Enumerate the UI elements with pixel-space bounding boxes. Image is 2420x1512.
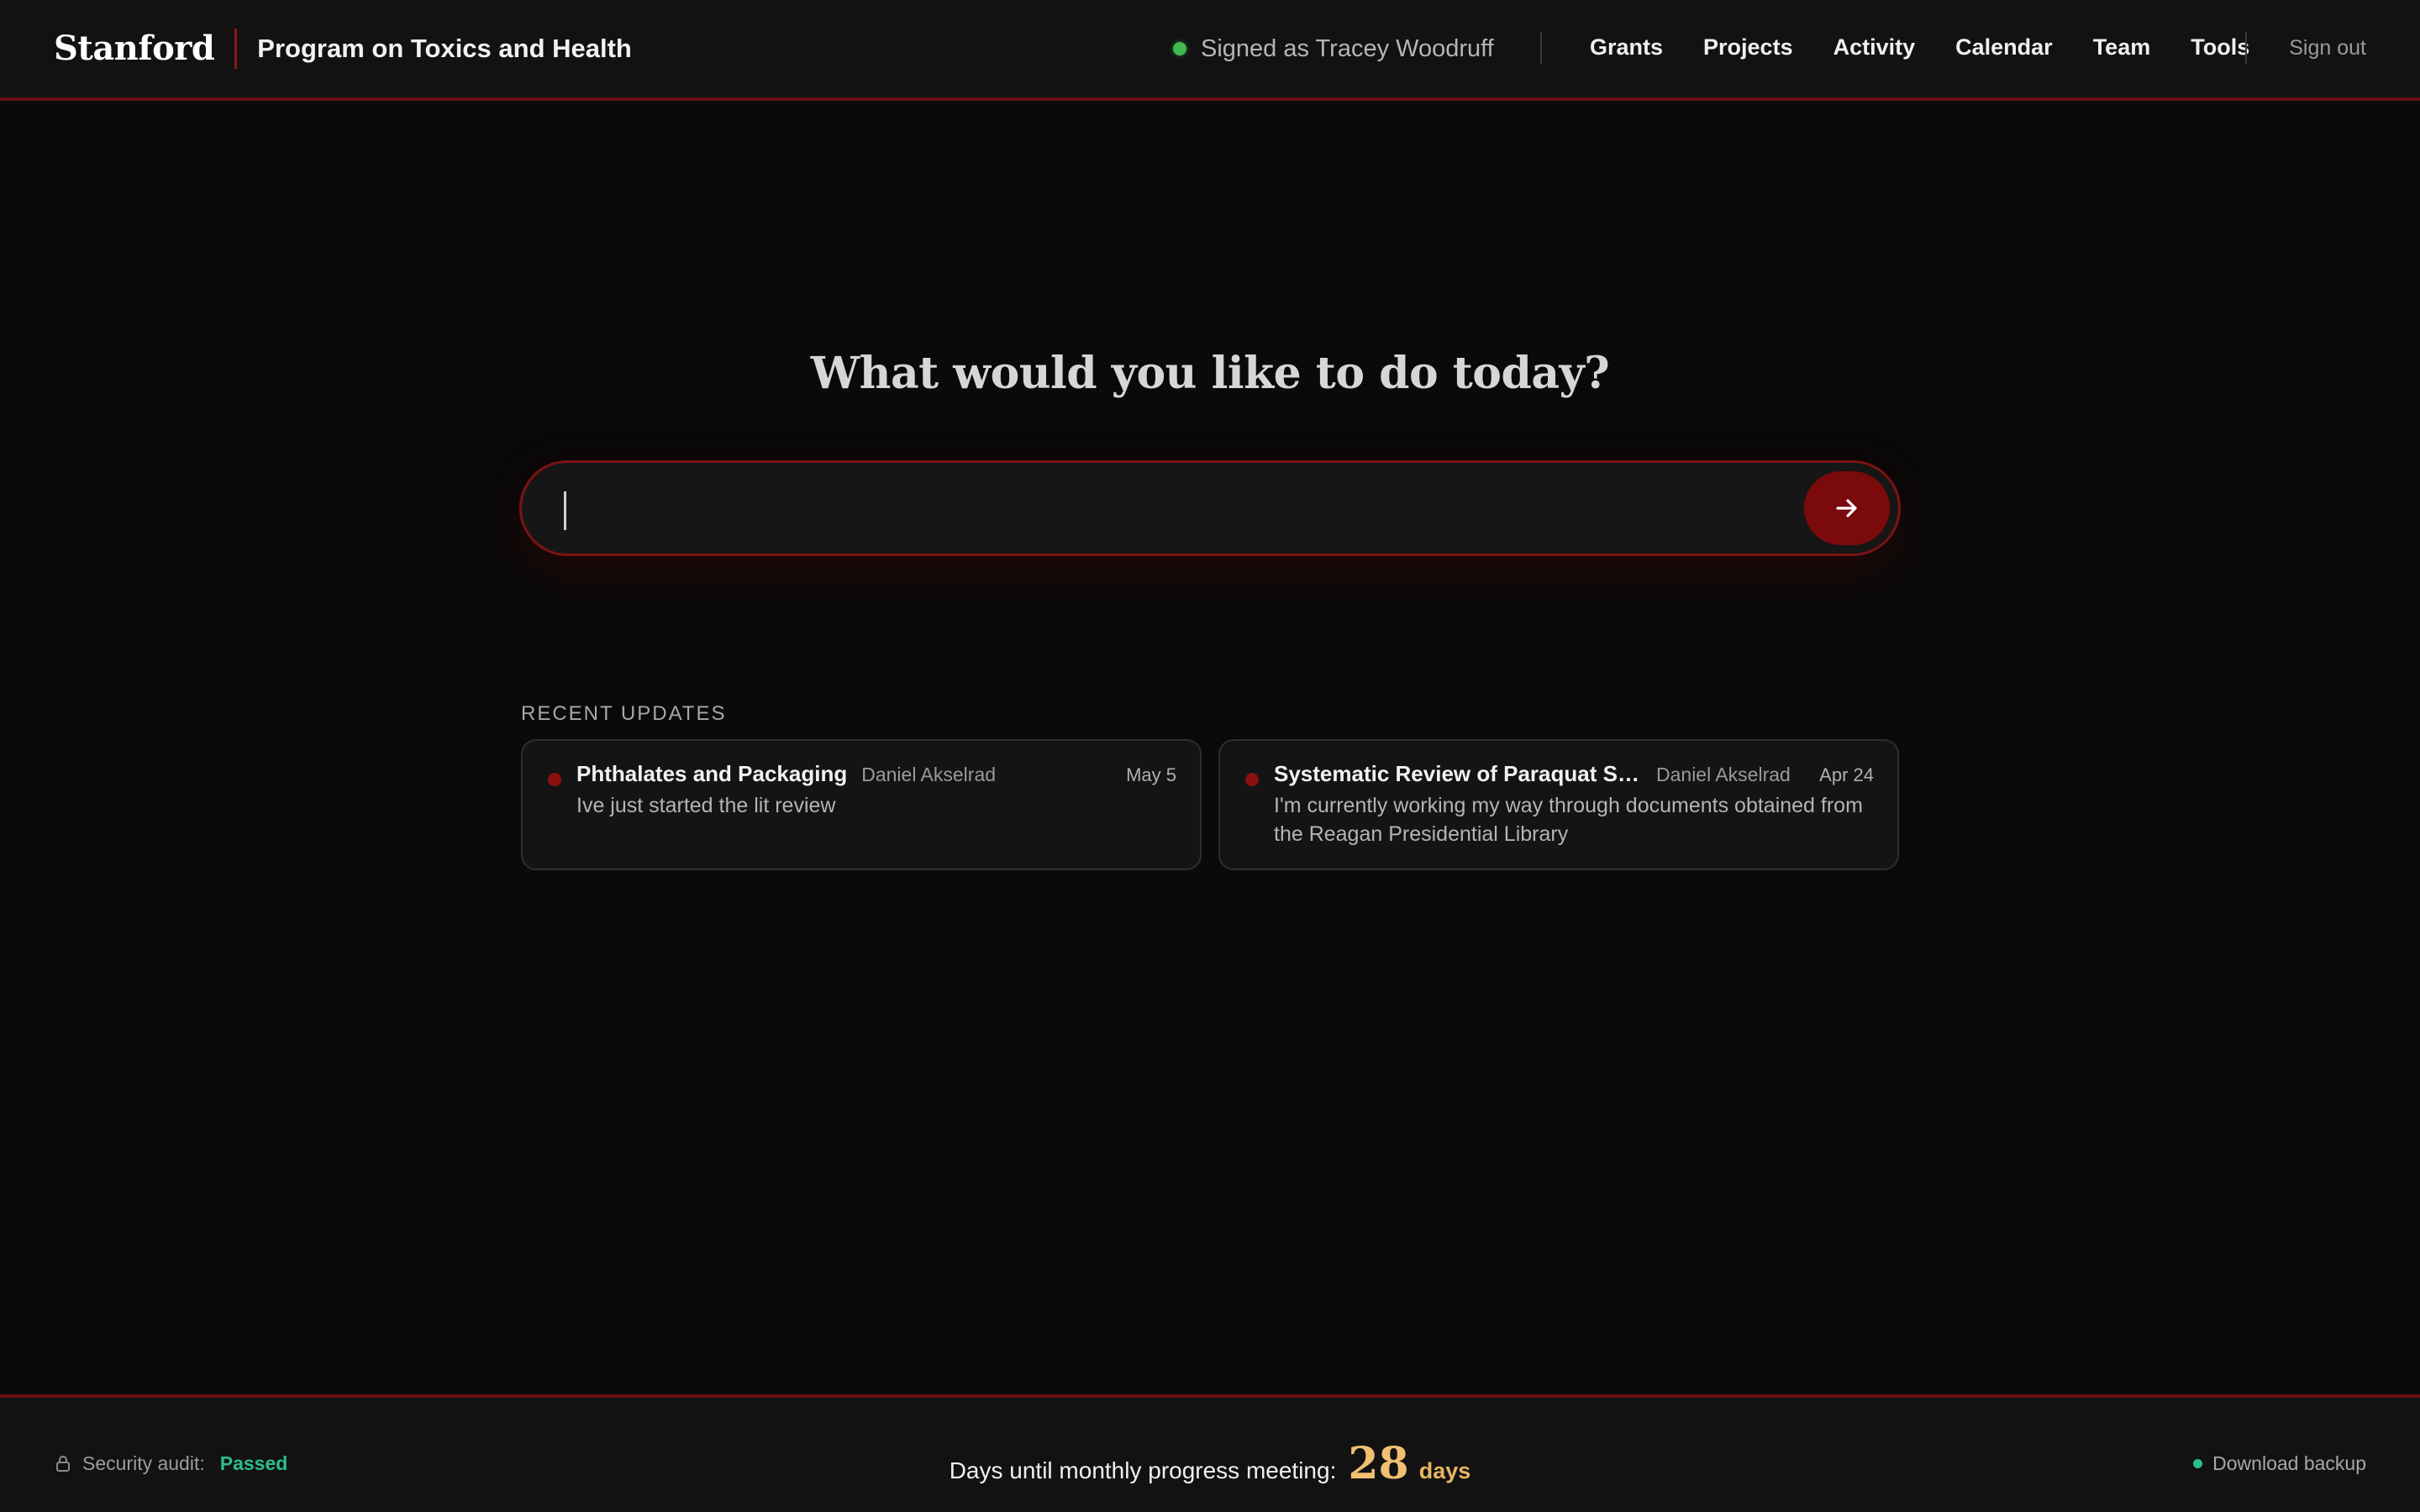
update-card[interactable]: Phthalates and Packaging Daniel Akselrad… [521,739,1202,870]
nav-tools[interactable]: Tools [2191,34,2249,60]
meeting-countdown: Days until monthly progress meeting: 28 … [0,1438,2420,1489]
backup-status-icon [2193,1458,2203,1468]
nav-projects[interactable]: Projects [1703,34,1793,60]
update-author: Daniel Akselrad [861,764,997,785]
countdown-value: 28 [1348,1438,1409,1489]
arrow-right-icon [1836,499,1857,517]
update-card-header: Systematic Review of Paraquat Studi... D… [1274,761,1874,791]
update-title[interactable]: Phthalates and Packaging [576,761,847,787]
stanford-logo[interactable]: Stanford [54,29,238,69]
online-status-icon [1173,42,1186,55]
nav-team[interactable]: Team [2093,34,2151,60]
nav-grants[interactable]: Grants [1590,34,1663,60]
download-backup-label: Download backup [2212,1452,2366,1474]
nav-calendar[interactable]: Calendar [1955,34,2053,60]
countdown-unit: days [1418,1458,1471,1483]
recent-updates-heading: RECENT UPDATES [521,702,727,725]
update-card-header: Phthalates and Packaging Daniel Akselrad… [576,761,1176,791]
submit-button[interactable] [1804,471,1890,545]
nav-divider [1540,32,1542,64]
page-headline: What would you like to do today? [810,348,1610,399]
footer-bar: Security audit: Passed Days until monthl… [0,1394,2420,1512]
update-message: I'm currently working my way through doc… [1274,794,1863,846]
unread-indicator-icon [548,773,561,786]
update-date: Apr 24 [1819,764,1874,785]
text-caret [564,491,566,530]
prompt-box[interactable] [519,460,1901,556]
update-author: Daniel Akselrad [1656,764,1791,785]
update-card[interactable]: Systematic Review of Paraquat Studi... D… [1218,739,1899,870]
program-name: Program on Toxics and Health [257,34,632,63]
update-title[interactable]: Systematic Review of Paraquat Studi... [1274,761,1642,787]
top-bar: Stanford Program on Toxics and Health Si… [0,0,2420,101]
signout-divider [2245,32,2247,64]
signed-in-text: Signed as Tracey Woodruff [1201,34,1494,62]
update-message: Ive just started the lit review [576,794,836,817]
update-date: May 5 [1126,764,1176,785]
prompt-input[interactable] [555,478,1732,538]
nav-activity[interactable]: Activity [1833,34,1916,60]
brand[interactable]: Stanford Program on Toxics and Health [54,25,632,72]
unread-indicator-icon [1245,773,1259,786]
sign-out-link[interactable]: Sign out [2289,32,2366,64]
download-backup-link[interactable]: Download backup [2193,1448,2366,1478]
main-nav: Grants Projects Activity Calendar Team T… [1590,30,2249,64]
countdown-label: Days until monthly progress meeting: [949,1457,1337,1483]
signed-in-indicator: Signed as Tracey Woodruff [1173,32,1494,66]
